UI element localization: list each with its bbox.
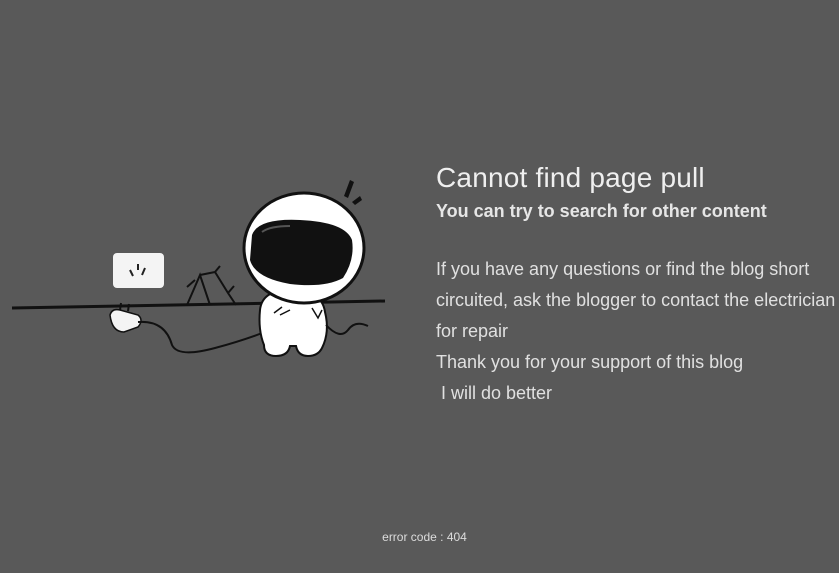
message-paragraph: I will do better (436, 383, 553, 403)
message-paragraph: If you have any questions or find the bl… (436, 259, 836, 341)
message-paragraph: Thank you for your support of this blog (436, 352, 744, 372)
error-code: error code : 404 (382, 530, 467, 544)
error-page: Cannot find page pull You can try to sea… (0, 0, 839, 573)
page-subtitle: You can try to search for other content (436, 201, 767, 221)
unplugged-astronaut-illustration (11, 180, 386, 358)
page-title: Cannot find page pull (436, 162, 705, 193)
message-body: If you have any questions or find the bl… (436, 254, 836, 409)
error-message: Cannot find page pull You can try to sea… (436, 160, 836, 409)
